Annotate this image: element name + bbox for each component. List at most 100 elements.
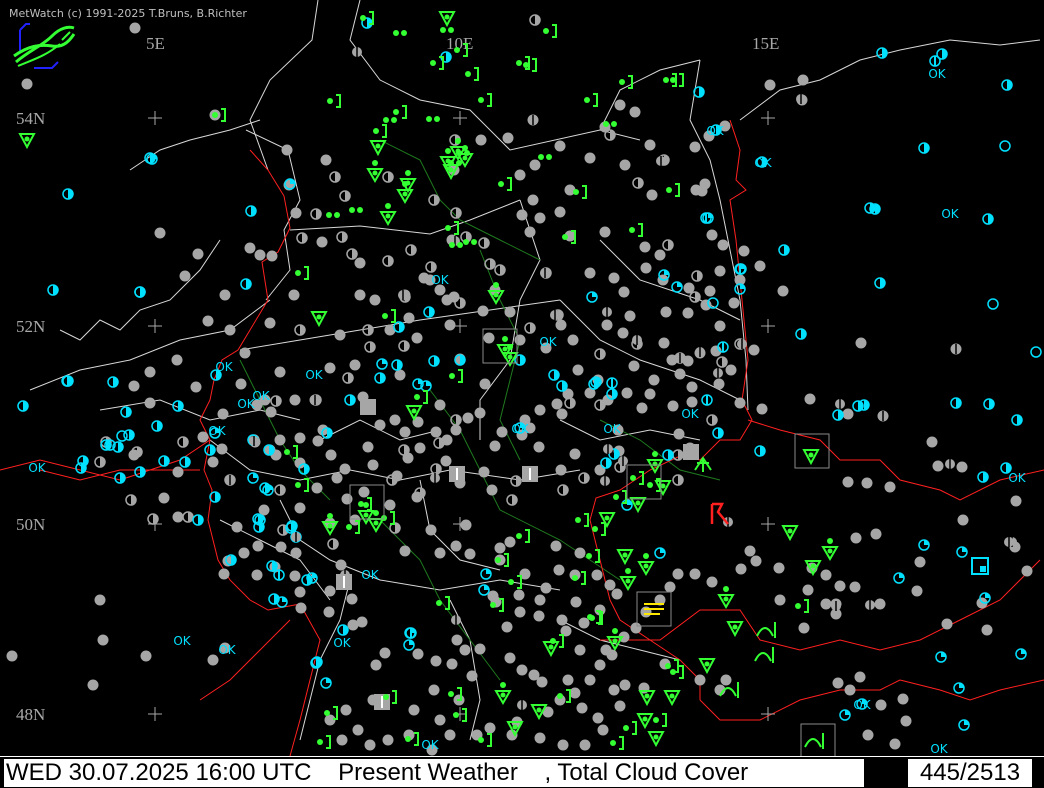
drizzle-symbol[interactable] bbox=[538, 154, 552, 160]
cloud-cover-partial-symbol[interactable] bbox=[376, 358, 388, 370]
cloud-cover-partial-symbol[interactable] bbox=[517, 700, 527, 710]
cloud-cover-partial-symbol[interactable] bbox=[956, 546, 968, 558]
cloud-cover-half-symbol[interactable] bbox=[706, 414, 718, 426]
cloud-cover-half-symbol[interactable] bbox=[578, 472, 590, 484]
cloud-cover-overcast-symbol[interactable] bbox=[640, 262, 652, 274]
cloud-cover-overcast-symbol[interactable] bbox=[403, 312, 415, 324]
cloud-cover-overcast-symbol[interactable] bbox=[197, 431, 209, 443]
cloud-cover-half-symbol[interactable] bbox=[266, 560, 278, 572]
cloud-cover-overcast-symbol[interactable] bbox=[534, 404, 546, 416]
cloud-cover-overcast-symbol[interactable] bbox=[802, 584, 814, 596]
cloud-cover-half-symbol[interactable] bbox=[604, 129, 616, 141]
cloud-cover-partial-symbol[interactable] bbox=[247, 472, 259, 484]
sky-obscured-symbol[interactable] bbox=[683, 444, 699, 460]
cloud-cover-overcast-symbol[interactable] bbox=[514, 169, 526, 181]
cloud-cover-partial-symbol[interactable] bbox=[291, 532, 301, 542]
cloud-cover-partial-symbol[interactable] bbox=[550, 310, 560, 320]
cloud-cover-overcast-symbol[interactable] bbox=[957, 514, 969, 526]
cloud-cover-overcast-symbol[interactable] bbox=[362, 441, 374, 453]
cloud-cover-overcast-symbol[interactable] bbox=[617, 327, 629, 339]
thunderstorm-symbol[interactable] bbox=[710, 502, 729, 525]
cloud-cover-overcast-symbol[interactable] bbox=[654, 249, 666, 261]
rain-shower-symbol[interactable] bbox=[629, 497, 647, 514]
cloud-cover-overcast-symbol[interactable] bbox=[854, 671, 866, 683]
cloud-cover-half-symbol[interactable] bbox=[382, 171, 394, 183]
cloud-cover-partial-symbol[interactable] bbox=[935, 651, 947, 663]
cloud-cover-overcast-symbol[interactable] bbox=[584, 152, 596, 164]
cloud-cover-half-symbol[interactable] bbox=[795, 328, 807, 340]
cloud-cover-overcast-symbol[interactable] bbox=[251, 569, 263, 581]
cloud-cover-partial-symbol[interactable] bbox=[878, 411, 888, 421]
cloud-cover-overcast-symbol[interactable] bbox=[411, 332, 423, 344]
cloud-cover-half-symbol[interactable] bbox=[94, 456, 106, 468]
cloud-cover-overcast-symbol[interactable] bbox=[466, 670, 478, 682]
rain-shower-symbol[interactable] bbox=[663, 690, 681, 707]
cloud-cover-overcast-symbol[interactable] bbox=[446, 658, 458, 670]
station-ok-label[interactable]: OK bbox=[28, 461, 46, 475]
cloud-cover-half-symbol[interactable] bbox=[832, 409, 844, 421]
cloud-cover-overcast-symbol[interactable] bbox=[367, 459, 379, 471]
cloud-cover-overcast-symbol[interactable] bbox=[584, 267, 596, 279]
cloud-cover-half-symbol[interactable] bbox=[876, 47, 888, 59]
cloud-cover-overcast-symbol[interactable] bbox=[756, 403, 768, 415]
station-ok-label[interactable]: OK bbox=[853, 698, 871, 712]
cloud-cover-overcast-symbol[interactable] bbox=[462, 412, 474, 424]
cloud-cover-partial-symbol[interactable] bbox=[603, 444, 613, 454]
cloud-cover-overcast-symbol[interactable] bbox=[502, 132, 514, 144]
ice-pellets-symbol[interactable] bbox=[694, 456, 712, 472]
cloud-cover-overcast-symbol[interactable] bbox=[735, 563, 747, 575]
cloud-cover-half-symbol[interactable] bbox=[425, 261, 437, 273]
cloud-cover-partial-symbol[interactable] bbox=[656, 156, 666, 166]
cloud-cover-overcast-symbol[interactable] bbox=[290, 547, 302, 559]
cloud-cover-overcast-symbol[interactable] bbox=[1010, 495, 1022, 507]
station-ok-label[interactable]: OK bbox=[511, 422, 529, 436]
cloud-cover-overcast-symbol[interactable] bbox=[700, 299, 712, 311]
cloud-cover-half-symbol[interactable] bbox=[336, 231, 348, 243]
station-ok-label[interactable]: OK bbox=[421, 738, 439, 752]
cloud-cover-overcast-symbol[interactable] bbox=[660, 306, 672, 318]
cloud-cover-overcast-symbol[interactable] bbox=[382, 734, 394, 746]
cloud-cover-overcast-symbol[interactable] bbox=[418, 272, 430, 284]
cloud-cover-half-symbol[interactable] bbox=[754, 445, 766, 457]
cloud-cover-overcast-symbol[interactable] bbox=[529, 159, 541, 171]
cloud-cover-overcast-symbol[interactable] bbox=[690, 184, 702, 196]
cloud-cover-half-symbol[interactable] bbox=[204, 444, 216, 456]
cloud-cover-overcast-symbol[interactable] bbox=[274, 366, 286, 378]
cloud-cover-overcast-symbol[interactable] bbox=[513, 589, 525, 601]
cloud-cover-overcast-symbol[interactable] bbox=[875, 699, 887, 711]
cloud-cover-overcast-symbol[interactable] bbox=[591, 569, 603, 581]
cloud-cover-overcast-symbol[interactable] bbox=[339, 463, 351, 475]
cloud-cover-overcast-symbol[interactable] bbox=[325, 449, 337, 461]
cloud-cover-half-symbol[interactable] bbox=[950, 397, 962, 409]
cloud-cover-half-symbol[interactable] bbox=[327, 538, 339, 550]
heavy-shower-symbol[interactable] bbox=[399, 170, 417, 193]
cloud-cover-overcast-symbol[interactable] bbox=[855, 337, 867, 349]
cloud-cover-partial-symbol[interactable] bbox=[451, 615, 461, 625]
cloud-cover-half-symbol[interactable] bbox=[977, 471, 989, 483]
cloud-cover-overcast-symbol[interactable] bbox=[239, 347, 251, 359]
cloud-cover-partial-symbol[interactable] bbox=[273, 569, 285, 581]
cloud-cover-overcast-symbol[interactable] bbox=[608, 684, 620, 696]
cloud-cover-overcast-symbol[interactable] bbox=[231, 521, 243, 533]
cloud-cover-half-symbol[interactable] bbox=[192, 514, 204, 526]
cloud-cover-half-symbol[interactable] bbox=[428, 355, 440, 367]
cloud-cover-overcast-symbol[interactable] bbox=[750, 555, 762, 567]
cloud-cover-half-symbol[interactable] bbox=[506, 494, 518, 506]
cloud-cover-overcast-symbol[interactable] bbox=[334, 329, 346, 341]
cloud-cover-half-symbol[interactable] bbox=[339, 190, 351, 202]
cloud-cover-overcast-symbol[interactable] bbox=[275, 541, 287, 553]
cloud-cover-half-symbol[interactable] bbox=[430, 463, 442, 475]
cloud-cover-overcast-symbol[interactable] bbox=[540, 582, 552, 594]
cloud-cover-partial-symbol[interactable] bbox=[929, 55, 941, 67]
cloud-cover-overcast-symbol[interactable] bbox=[725, 364, 737, 376]
light-rain-symbol[interactable] bbox=[543, 24, 557, 38]
cloud-cover-half-symbol[interactable] bbox=[398, 444, 410, 456]
rain-shower-symbol[interactable] bbox=[726, 621, 744, 638]
cloud-cover-overcast-symbol[interactable] bbox=[844, 684, 856, 696]
cloud-cover-overcast-symbol[interactable] bbox=[686, 396, 698, 408]
cloud-cover-overcast-symbol[interactable] bbox=[914, 556, 926, 568]
cloud-cover-partial-symbol[interactable] bbox=[632, 335, 642, 345]
cloud-cover-half-symbol[interactable] bbox=[114, 472, 126, 484]
cloud-cover-half-symbol[interactable] bbox=[529, 14, 541, 26]
cloud-cover-overcast-symbol[interactable] bbox=[720, 674, 732, 686]
